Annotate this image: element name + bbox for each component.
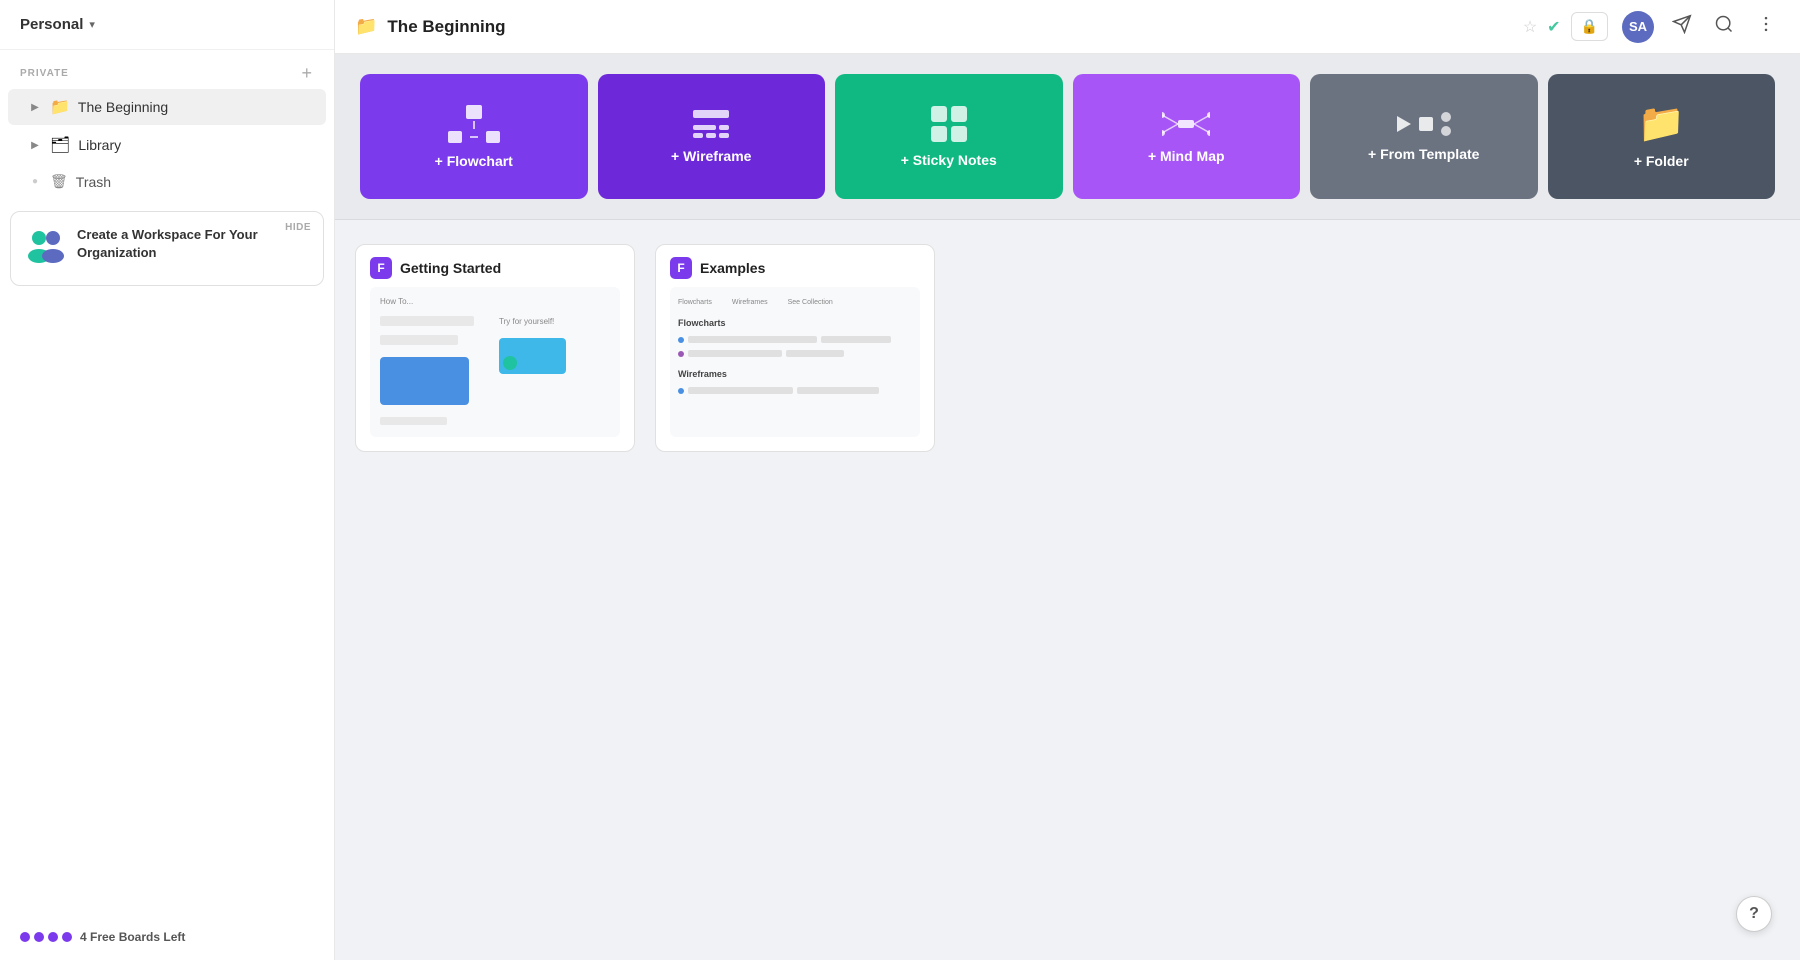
free-dot-1 (20, 932, 30, 942)
mindmap-label: + Mind Map (1148, 148, 1225, 164)
check-icon: ✔ (1547, 17, 1560, 37)
topbar: 📁 The Beginning ☆ ✔ 🔒 SA (335, 0, 1800, 54)
help-button[interactable]: ? (1736, 896, 1772, 932)
mindmap-icon (1162, 110, 1210, 138)
create-wireframe-card[interactable]: + Wireframe (598, 74, 826, 199)
create-sticky-card[interactable]: + Sticky Notes (835, 74, 1063, 199)
search-button[interactable] (1710, 10, 1738, 43)
create-template-card[interactable]: + From Template (1310, 74, 1538, 199)
page-title: The Beginning (387, 17, 1512, 37)
board-card-header: F Getting Started (356, 245, 634, 287)
main-content: 📁 The Beginning ☆ ✔ 🔒 SA (335, 0, 1800, 960)
sidebar-item-library[interactable]: ▶ 🗂 Library (8, 127, 326, 163)
trash-icon: 🗑 (50, 173, 68, 190)
expand-arrow-icon: ▶ (28, 102, 42, 113)
boards-grid: F Getting Started How To... (355, 244, 1780, 452)
create-mindmap-card[interactable]: + Mind Map (1073, 74, 1301, 199)
workspace-banner: HIDE Create a Workspace For Your Organiz… (10, 211, 324, 286)
template-icon (1397, 112, 1451, 136)
sticky-label: + Sticky Notes (901, 152, 997, 168)
topbar-actions: 🔒 SA (1571, 10, 1780, 43)
workspace-chevron-icon: ▾ (89, 18, 95, 31)
create-flowchart-card[interactable]: + Flowchart (360, 74, 588, 199)
content-area: + Flowchart + Wireframe (335, 54, 1800, 960)
flowchart-label: + Flowchart (435, 153, 513, 169)
create-folder-card[interactable]: 📁 + Folder (1548, 74, 1776, 199)
board-card-getting-started[interactable]: F Getting Started How To... (355, 244, 635, 452)
board-preview-getting-started: How To... Try for yourself! (370, 287, 620, 437)
library-icon: 🗂 (50, 135, 70, 155)
free-boards-label: 4 Free Boards Left (80, 930, 185, 944)
hide-banner-button[interactable]: HIDE (285, 222, 311, 233)
sidebar: Personal ▾ PRIVATE + ▶ 📁 The Beginning ▶… (0, 0, 335, 960)
free-dot-4 (62, 932, 72, 942)
sidebar-footer: 4 Free Boards Left (0, 914, 334, 960)
free-dots (20, 932, 72, 942)
board-preview-examples: Flowcharts Wireframes See Collection Flo… (670, 287, 920, 437)
free-dot-3 (48, 932, 58, 942)
wireframe-label: + Wireframe (671, 148, 751, 164)
private-section-label: PRIVATE + (0, 50, 334, 88)
wireframe-icon (693, 110, 729, 138)
free-dot-2 (34, 932, 44, 942)
add-private-item-button[interactable]: + (299, 64, 314, 82)
folder-icon: 📁 (50, 97, 70, 117)
workspace-label: Personal (20, 16, 83, 33)
board-card-examples[interactable]: F Examples Flowcharts Wireframes See Col… (655, 244, 935, 452)
more-options-button[interactable] (1752, 10, 1780, 43)
create-cards-row: + Flowchart + Wireframe (335, 54, 1800, 220)
sticky-icon (931, 106, 967, 142)
avatar[interactable]: SA (1622, 11, 1654, 43)
board-title: Getting Started (400, 260, 501, 276)
flowchart-icon (448, 105, 500, 143)
topbar-folder-icon: 📁 (355, 16, 377, 37)
people-icon (25, 228, 65, 271)
lock-button[interactable]: 🔒 (1571, 12, 1608, 41)
sidebar-item-trash[interactable]: ● 🗑 Trash (8, 165, 326, 198)
send-button[interactable] (1668, 10, 1696, 43)
workspace-banner-text: Create a Workspace For Your Organization (77, 226, 309, 262)
board-card-header: F Examples (656, 245, 934, 287)
board-icon: F (670, 257, 692, 279)
boards-section: F Getting Started How To... (335, 220, 1800, 476)
star-icon[interactable]: ☆ (1523, 17, 1537, 37)
sidebar-item-the-beginning[interactable]: ▶ 📁 The Beginning (8, 89, 326, 125)
expand-arrow-icon: ● (28, 176, 42, 187)
board-title: Examples (700, 260, 765, 276)
workspace-selector[interactable]: Personal ▾ (0, 0, 334, 50)
folder-label: + Folder (1634, 153, 1689, 169)
folder-large-icon: 📁 (1638, 105, 1685, 143)
board-icon: F (370, 257, 392, 279)
template-label: + From Template (1368, 146, 1479, 162)
expand-arrow-icon: ▶ (28, 140, 42, 151)
